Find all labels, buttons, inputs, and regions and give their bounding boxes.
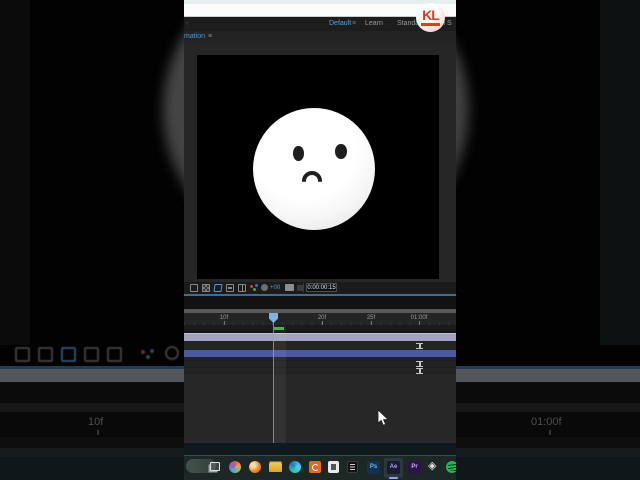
view-options-icon[interactable]: [238, 284, 246, 292]
photos-icon[interactable]: [229, 461, 241, 473]
premiere-icon[interactable]: Pr: [408, 461, 421, 474]
layer-out-handle[interactable]: [416, 343, 423, 349]
background-panel-edge-left: [0, 0, 30, 345]
edge-icon[interactable]: [289, 461, 301, 473]
ruler-tick: [322, 321, 323, 325]
timeline-empty-area[interactable]: [184, 375, 456, 443]
workspace-menu-icon[interactable]: ≡: [352, 20, 356, 27]
background-time-label-left: 10f: [88, 416, 104, 428]
sad-mouth: [302, 171, 322, 182]
background-gear-icon: [165, 346, 179, 360]
composition-panel: [184, 43, 456, 296]
playhead-line: [273, 313, 274, 443]
toolbar-divider: [303, 283, 304, 292]
workspace-tab-default[interactable]: Default: [329, 20, 351, 27]
channel-watermark[interactable]: KL: [416, 3, 445, 32]
orange-spiral-app-icon[interactable]: [309, 461, 321, 473]
viewer-toolbar: +00 0:00:00:15: [184, 282, 456, 294]
background-tick-right: [549, 430, 551, 435]
composition-canvas[interactable]: [197, 55, 439, 279]
blender-icon[interactable]: [249, 461, 261, 473]
background-mask-icon: [61, 347, 76, 362]
light-app-icon[interactable]: [328, 461, 339, 473]
background-dot-green: [146, 355, 150, 359]
layer-bar-lavender[interactable]: [184, 333, 456, 341]
taskbar: Ps Ae Pr ◈: [184, 456, 456, 480]
right-eye: [335, 144, 347, 159]
panel-tab-row: mation ≡: [184, 31, 456, 43]
screenshot-root: 10f 01:00f ‹ Default ≡ Learn Standard ll…: [0, 0, 640, 480]
background-dot-blue: [150, 349, 154, 353]
transparency-grid-icon[interactable]: [202, 284, 210, 292]
cube-app-icon[interactable]: ◈: [428, 460, 440, 472]
mouse-cursor: [377, 410, 389, 426]
snapshot-camera-icon[interactable]: [285, 284, 294, 291]
watermark-banner: [421, 23, 440, 26]
playhead-column-shade: [274, 326, 286, 443]
region-of-interest-icon[interactable]: [226, 284, 234, 292]
left-eye: [293, 146, 304, 161]
dark-app-icon[interactable]: [347, 461, 358, 473]
background-time-label-right: 01:00f: [531, 416, 562, 428]
active-app-indicator: [389, 477, 398, 479]
task-view-icon[interactable]: [210, 462, 220, 471]
workspace-tab-learn[interactable]: Learn: [365, 20, 383, 27]
channels-icon[interactable]: [250, 284, 259, 292]
spotify-icon[interactable]: [446, 461, 456, 473]
background-tick-left: [97, 430, 99, 435]
background-dot-red: [141, 350, 145, 354]
menu-bar-left-glyph: ‹: [186, 20, 189, 27]
sad-face-graphic: [253, 108, 375, 230]
layer-out-handle[interactable]: [416, 361, 423, 367]
background-icon-1: [15, 347, 30, 362]
ruler-tick: [224, 321, 225, 325]
mask-visibility-icon[interactable]: [213, 284, 223, 292]
preview-toggle-icon[interactable]: [190, 284, 198, 292]
background-icon-3: [84, 347, 99, 362]
ruler-tick: [419, 321, 420, 325]
composition-tab-label[interactable]: mation: [184, 33, 205, 40]
file-explorer-icon[interactable]: [269, 463, 282, 472]
timeline-gap: [184, 296, 456, 309]
resolution-icon[interactable]: [261, 284, 268, 291]
layer-row-selected[interactable]: [184, 350, 456, 357]
exposure-control[interactable]: +00: [270, 285, 280, 291]
timeline-ruler[interactable]: 10f 20f 25f 01:00f: [184, 313, 456, 326]
video-frame: ‹ Default ≡ Learn Standard ll S mation ≡: [184, 0, 456, 480]
work-area-band: [184, 326, 456, 331]
layer-out-handle[interactable]: [416, 368, 423, 374]
background-icon-2: [38, 347, 53, 362]
ruler-tick: [371, 321, 372, 325]
photoshop-icon[interactable]: Ps: [367, 461, 380, 474]
panel-menu-icon[interactable]: ≡: [208, 33, 212, 40]
background-icon-4: [107, 347, 122, 362]
after-effects-icon[interactable]: Ae: [387, 461, 400, 474]
background-panel-edge-right: [600, 0, 640, 345]
current-timecode[interactable]: 0:00:00:15: [306, 283, 337, 292]
